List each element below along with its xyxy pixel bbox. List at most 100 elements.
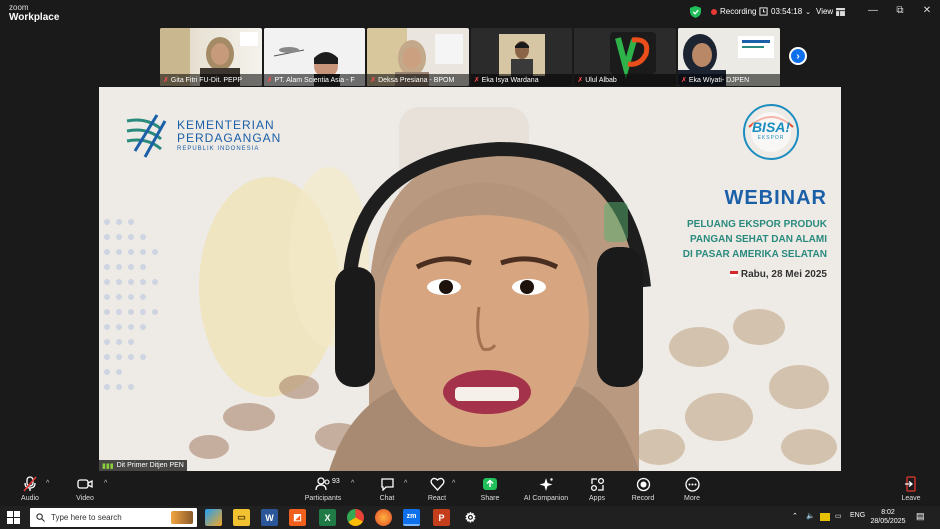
ai-companion-label: AI Companion [523, 495, 569, 502]
brand-line1: zoom [9, 3, 29, 12]
meeting-timer[interactable]: 03:54:18 ⌄ [759, 7, 811, 16]
ai-sparkle-icon [539, 477, 553, 491]
powerpoint-app-icon[interactable]: P [433, 509, 450, 526]
settings-gear-icon[interactable]: ⚙ [462, 509, 479, 526]
active-speaker-label: ▮▮▮ Dit Primer Ditjen PEN [99, 460, 187, 471]
firefox-app-icon[interactable] [375, 509, 392, 526]
clock-date: 28/05/2025 [870, 518, 906, 525]
video-camera-icon [77, 479, 93, 489]
network-icon[interactable]: ▭ [835, 512, 842, 520]
system-clock[interactable]: 8:02 28/05/2025 [866, 508, 910, 526]
webinar-date: Rabu, 28 Mei 2025 [679, 269, 827, 280]
participants-label: Participants [304, 495, 342, 502]
participant-name-bar: ✗ Eka Isya Wardana [470, 74, 573, 86]
apps-icon [590, 477, 604, 491]
zoom-workplace-logo: zoom Workplace [9, 3, 59, 23]
language-indicator[interactable]: ENG [850, 512, 865, 519]
chat-label: Chat [379, 495, 395, 502]
more-dots-icon [684, 476, 700, 492]
copilot-app-icon[interactable] [205, 509, 222, 526]
audio-label: Audio [21, 495, 39, 502]
title-bar: zoom Workplace Recording 03:54:18 ⌄ View… [0, 0, 940, 24]
participant-tile[interactable]: ✗ Eka Isya Wardana [470, 28, 573, 86]
video-label: Video [76, 495, 94, 502]
zoom-app-icon[interactable]: zm [403, 509, 420, 526]
notifications-icon[interactable]: ▤ [916, 511, 925, 522]
audio-options-caret-icon[interactable]: ^ [46, 480, 49, 487]
apps-button[interactable]: Apps [571, 476, 623, 502]
record-dot-icon [711, 8, 717, 15]
taskbar-search-input[interactable]: Type here to search [30, 508, 197, 527]
encryption-shield-icon[interactable] [690, 6, 701, 18]
file-explorer-icon[interactable]: ▭ [233, 509, 250, 526]
search-icon [36, 513, 45, 522]
meeting-toolbar: Audio ^ Video ^ Participants 93 ^ Chat ^… [0, 471, 940, 506]
participant-name-bar: ✗ Ulul Albab [574, 74, 676, 86]
more-label: More [684, 495, 700, 502]
webinar-title: WEBINAR [724, 187, 827, 209]
participant-tile[interactable]: ✗ Deksa Presiana - BPOM [367, 28, 469, 86]
excel-app-icon[interactable]: X [319, 509, 336, 526]
tray-app-icon[interactable] [820, 513, 830, 521]
react-heart-icon [429, 477, 445, 491]
volume-icon[interactable]: 🔈 [806, 512, 815, 520]
ai-companion-button[interactable]: AI Companion [519, 476, 573, 502]
topic-line2: PANGAN SEHAT DAN ALAMI [689, 234, 827, 245]
muted-mic-icon: ✗ [577, 77, 584, 84]
windows-taskbar: Type here to search ▭ W ◩ X zm P ⚙ ⌃ 🔈 ▭… [0, 506, 940, 529]
next-page-arrow-icon[interactable]: › [789, 47, 807, 65]
leave-label: Leave [901, 495, 921, 502]
word-app-icon[interactable]: W [261, 509, 278, 526]
video-options-caret-icon[interactable]: ^ [104, 480, 107, 487]
share-button[interactable]: Share [464, 476, 516, 502]
ministry-logo-text: KEMENTERIAN PERDAGANGAN REPUBLIK INDONES… [177, 119, 281, 153]
participants-button[interactable]: Participants [297, 476, 349, 502]
search-placeholder: Type here to search [51, 513, 122, 522]
maximize-button[interactable]: ⧉ [893, 5, 907, 16]
main-speaker-video: KEMENTERIAN PERDAGANGAN REPUBLIK INDONES… [99, 87, 841, 471]
tray-chevron-up-icon[interactable]: ⌃ [792, 512, 798, 520]
search-highlight-icon [171, 511, 193, 524]
timer-icon [759, 7, 768, 16]
apps-label: Apps [589, 495, 605, 502]
share-label: Share [480, 495, 500, 502]
participants-count: 93 [332, 478, 340, 485]
reader-app-icon[interactable]: ◩ [289, 509, 306, 526]
close-button[interactable]: ✕ [920, 5, 934, 16]
view-button[interactable]: View [816, 7, 846, 16]
participant-tile[interactable]: ✗ Eka Wiyati- DJPEN [677, 28, 780, 86]
minimize-button[interactable]: — [866, 5, 880, 16]
recording-indicator[interactable]: Recording [711, 7, 756, 16]
zoom-window: zoom Workplace Recording 03:54:18 ⌄ View… [0, 0, 940, 529]
participant-tile[interactable]: ✗ PT. Alam Scientia Asia - F [263, 28, 366, 86]
bisa-badge-text: BISA! EKSPOR [745, 119, 797, 141]
participants-options-caret-icon[interactable]: ^ [351, 480, 354, 487]
muted-mic-icon: ✗ [163, 77, 169, 84]
participant-name-bar: ✗ Eka Wiyati- DJPEN [677, 74, 780, 86]
bisa-subtitle: EKSPOR [757, 135, 785, 141]
recording-label: Recording [720, 7, 757, 16]
participant-name-bar: ✗ PT. Alam Scientia Asia - F [263, 74, 366, 86]
more-button[interactable]: More [666, 476, 718, 502]
topic-line3: DI PASAR AMERIKA SELATAN [682, 249, 827, 260]
audio-level-icon: ▮▮▮ [102, 462, 114, 470]
muted-mic-icon [23, 476, 37, 492]
grid-view-icon [836, 7, 846, 16]
windows-start-icon[interactable] [7, 511, 20, 524]
participant-tile[interactable]: ✗ Ulul Albab [574, 28, 676, 86]
record-button[interactable]: Record [617, 476, 669, 502]
react-options-caret-icon[interactable]: ^ [452, 480, 455, 487]
participants-icon [315, 477, 330, 491]
date-text: Rabu, 28 Mei 2025 [740, 269, 827, 280]
chat-options-caret-icon[interactable]: ^ [404, 480, 407, 487]
webinar-topic: PELUANG EKSPOR PRODUK PANGAN SEHAT DAN A… [639, 217, 827, 262]
view-label: View [816, 7, 834, 16]
chat-bubble-icon [380, 478, 394, 491]
share-screen-icon [483, 478, 497, 490]
participant-tile[interactable]: ✗ Gita Fitri FU-Dit. PEPP [160, 28, 262, 86]
topic-line1: PELUANG EKSPOR PRODUK [686, 219, 827, 230]
leave-icon [905, 476, 916, 492]
clock-time: 8:02 [881, 509, 895, 516]
leave-button[interactable]: Leave [885, 476, 937, 502]
chrome-app-icon[interactable] [347, 509, 364, 526]
